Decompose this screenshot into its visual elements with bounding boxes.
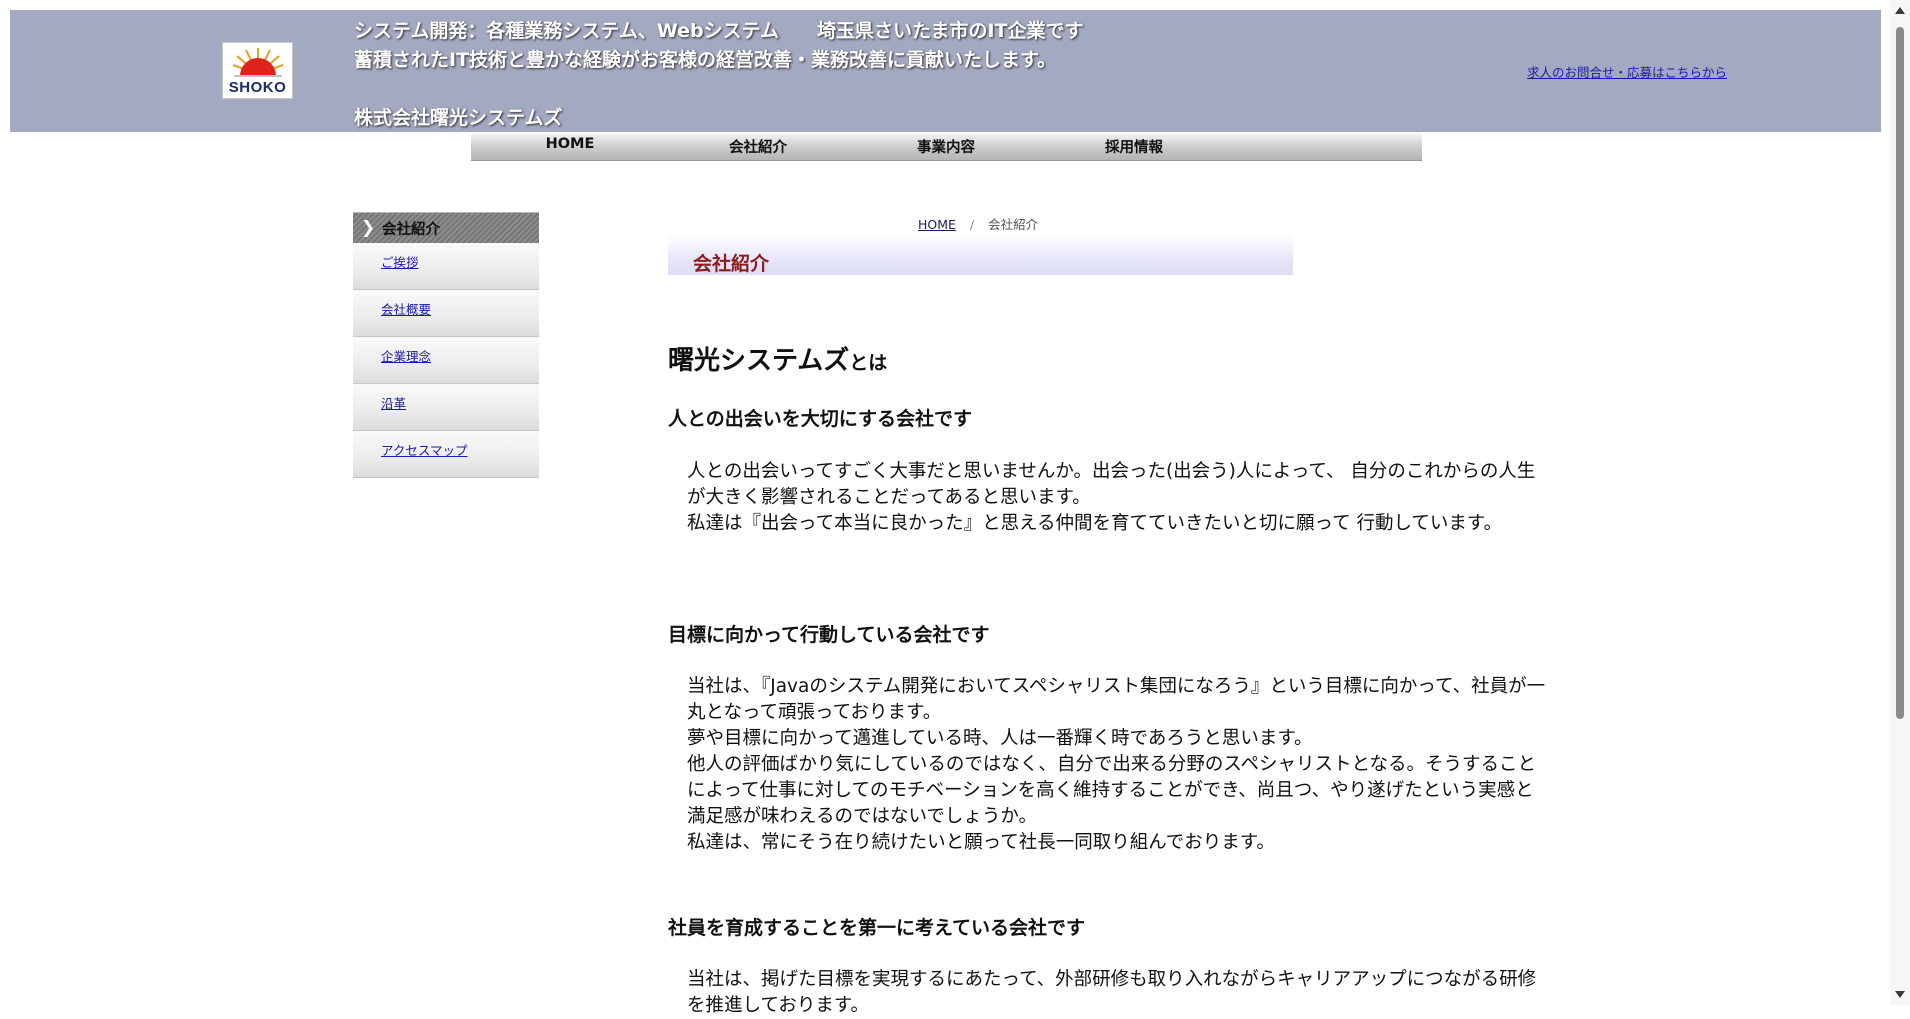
breadcrumb-home-link[interactable]: HOME (918, 217, 956, 232)
header-tagline-2: 蓄積されたIT技術と豊かな経験がお客様の経営改善・業務改善に貢献いたします。 (354, 49, 1057, 71)
scrollbar-thumb[interactable] (1896, 27, 1904, 719)
nav-business[interactable]: 事業内容 (871, 136, 1021, 157)
sidebar-title: ❯ 会社紹介 (353, 212, 539, 243)
section-heading: 目標に向かって行動している会社です (668, 624, 990, 646)
sidebar-item-label[interactable]: アクセスマップ (381, 440, 468, 459)
sidebar-item-access-map[interactable]: アクセスマップ (353, 431, 539, 478)
paragraph: 当社は、『Javaのシステム開発においてスペシャリスト集団になろう』という目標に… (687, 676, 1546, 723)
chevron-right-icon: ❯ (361, 218, 376, 238)
paragraph: 夢や目標に向かって邁進している時、人は一番輝く時であろうと思います。 (687, 728, 1313, 749)
sidebar-item-greeting[interactable]: ご挨拶 (353, 243, 539, 290)
main-heading-suffix: とは (849, 352, 888, 374)
sidebar-item-label[interactable]: 会社概要 (381, 299, 431, 318)
sidebar-item-label[interactable]: ご挨拶 (381, 252, 419, 271)
recruit-inquiry-link[interactable]: 求人のお問合せ・応募はこちらから (1527, 62, 1727, 81)
logo-text: SHOKO (228, 79, 287, 96)
global-nav: HOME 会社紹介 事業内容 採用情報 (471, 134, 1422, 161)
paragraph: 私達は、常にそう在り続けたいと願って社長一同取り組んでおります。 (687, 832, 1275, 853)
sidebar-item-label[interactable]: 企業理念 (381, 346, 431, 365)
sidebar-item-overview[interactable]: 会社概要 (353, 290, 539, 337)
paragraph: 当社は、掲げた目標を実現するにあたって、外部研修も取り入れながらキャリアアップに… (687, 969, 1537, 1016)
breadcrumb: HOME / 会社紹介 (918, 214, 1038, 233)
breadcrumb-current: 会社紹介 (988, 217, 1039, 232)
sidebar-item-label[interactable]: 沿革 (381, 393, 406, 412)
section-body: 当社は、『Javaのシステム開発においてスペシャリスト集団になろう』という目標に… (687, 674, 1549, 856)
vertical-scrollbar[interactable] (1890, 0, 1910, 1005)
nav-home[interactable]: HOME (495, 136, 645, 152)
company-name: 株式会社曙光システムズ (354, 107, 563, 129)
main-heading: 曙光システムズとは (668, 340, 887, 377)
header-tagline-1: システム開発：各種業務システム、Webシステム 埼玉県さいたま市のIT企業です (354, 20, 1084, 42)
paragraph: 人との出会いってすごく大事だと思いませんか。出会った(出会う)人によって、 自分… (687, 461, 1536, 508)
breadcrumb-separator: / (969, 217, 975, 232)
sidebar-item-philosophy[interactable]: 企業理念 (353, 337, 539, 384)
main-heading-name: 曙光システムズ (668, 346, 850, 376)
scroll-up-arrow-icon[interactable] (1895, 7, 1905, 14)
sidebar-item-history[interactable]: 沿革 (353, 384, 539, 431)
nav-company[interactable]: 会社紹介 (683, 136, 833, 157)
page-title: 会社紹介 (693, 253, 770, 275)
page-title-banner: 会社紹介 (668, 235, 1293, 275)
sun-logo-icon (232, 48, 284, 77)
paragraph: 他人の評価ばかり気にしているのではなく、自分で出来る分野のスペシャリストとなる。… (687, 754, 1536, 827)
section-body: 人との出会いってすごく大事だと思いませんか。出会った(出会う)人によって、 自分… (687, 459, 1549, 537)
sidebar-title-label: 会社紹介 (382, 222, 440, 238)
company-logo[interactable]: SHOKO (222, 42, 293, 99)
section-body: 当社は、掲げた目標を実現するにあたって、外部研修も取り入れながらキャリアアップに… (687, 967, 1549, 1019)
section-heading: 社員を育成することを第一に考えている会社です (668, 917, 1086, 939)
section-heading: 人との出会いを大切にする会社です (668, 408, 973, 430)
nav-recruit[interactable]: 採用情報 (1059, 136, 1209, 157)
paragraph: 私達は『出会って本当に良かった』と思える仲間を育てていきたいと切に願って 行動し… (687, 513, 1503, 534)
scroll-down-arrow-icon[interactable] (1895, 991, 1905, 998)
